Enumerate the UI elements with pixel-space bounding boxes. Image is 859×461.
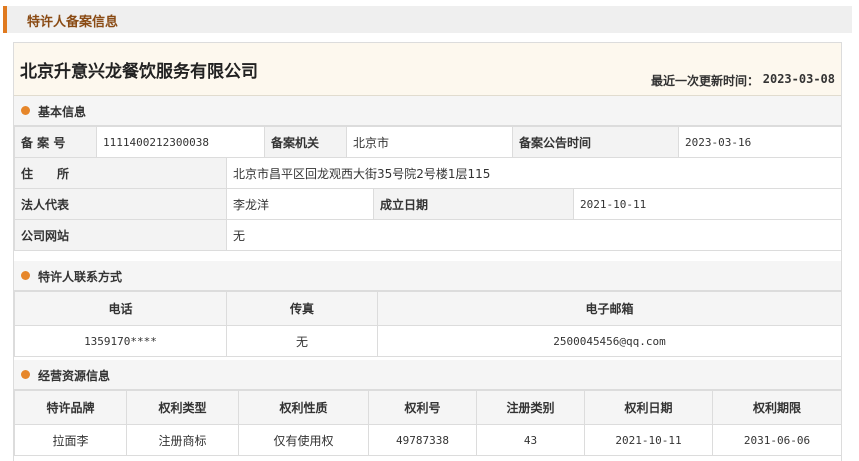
fax-header: 传真 (226, 291, 378, 326)
right-type-header: 权利类型 (126, 390, 239, 425)
right-nature-header: 权利性质 (238, 390, 369, 425)
contact-title: 特许人联系方式 (14, 261, 841, 291)
section-title: 特许人备案信息 (27, 15, 119, 30)
record-panel: 北京升意兴龙餐饮服务有限公司 最近一次更新时间： 2023-03-08 基本信息… (13, 42, 843, 461)
resources-label: 经营资源信息 (38, 369, 111, 383)
basic-info-table-2: 住 所 北京市昌平区回龙观西大街35号院2号楼1层115 法人代表 李龙洋 成立… (14, 157, 843, 251)
website-value: 无 (225, 219, 843, 251)
table-row: 法人代表 李龙洋 成立日期 2021-10-11 (14, 188, 843, 220)
announce-value: 2023-03-16 (678, 126, 842, 158)
contact-table: 电话 传真 电子邮箱 1359170**** 无 2500045456@qq.c… (14, 291, 842, 357)
bullet-icon (21, 106, 30, 115)
phone-value: 1359170**** (14, 325, 227, 357)
email-value: 2500045456@qq.com (377, 325, 842, 357)
brand-cell: 拉面李 (14, 424, 127, 456)
company-header: 北京升意兴龙餐饮服务有限公司 最近一次更新时间： 2023-03-08 (14, 43, 841, 96)
right-type-cell: 注册商标 (126, 424, 239, 456)
contact-label: 特许人联系方式 (38, 270, 123, 284)
authority-label: 备案机关 (264, 126, 347, 158)
website-label: 公司网站 (14, 219, 227, 251)
phone-header: 电话 (14, 291, 227, 326)
table-header-row: 特许品牌 权利类型 权利性质 权利号 注册类别 权利日期 权利期限 (14, 390, 842, 425)
update-label: 最近一次更新时间： (650, 74, 759, 88)
fax-value: 无 (226, 325, 378, 357)
brand-header: 特许品牌 (14, 390, 127, 425)
email-header: 电子邮箱 (377, 291, 842, 326)
section-header: 特许人备案信息 (3, 6, 852, 33)
table-row: 住 所 北京市昌平区回龙观西大街35号院2号楼1层115 (14, 157, 843, 189)
right-date-cell: 2021-10-11 (584, 424, 713, 456)
right-no-header: 权利号 (368, 390, 477, 425)
basic-info-table: 备 案 号 1111400212300038 备案机关 北京市 备案公告时间 2… (14, 126, 842, 158)
founded-value: 2021-10-11 (572, 188, 843, 220)
right-nature-cell: 仅有使用权 (238, 424, 369, 456)
right-term-cell: 2031-06-06 (712, 424, 842, 456)
legal-value: 李龙洋 (226, 188, 374, 220)
right-date-header: 权利日期 (584, 390, 713, 425)
right-no-cell: 49787338 (368, 424, 477, 456)
authority-value: 北京市 (346, 126, 513, 158)
table-row: 备 案 号 1111400212300038 备案机关 北京市 备案公告时间 2… (14, 126, 842, 158)
basic-info-label: 基本信息 (38, 105, 87, 119)
address-value: 北京市昌平区回龙观西大街35号院2号楼1层115 (225, 157, 843, 189)
legal-label: 法人代表 (14, 188, 227, 220)
founded-label: 成立日期 (373, 188, 574, 220)
table-row: 拉面李 注册商标 仅有使用权 49787338 43 2021-10-11 20… (14, 424, 842, 456)
record-no-label: 备 案 号 (14, 126, 97, 158)
reg-class-cell: 43 (476, 424, 585, 456)
right-term-header: 权利期限 (712, 390, 842, 425)
basic-info-title: 基本信息 (14, 96, 841, 126)
table-row: 公司网站 无 (14, 219, 843, 251)
address-label: 住 所 (14, 157, 227, 189)
table-header-row: 电话 传真 电子邮箱 (14, 291, 842, 326)
resources-table: 特许品牌 权利类型 权利性质 权利号 注册类别 权利日期 权利期限 拉面李 注册… (14, 390, 842, 456)
bullet-icon (21, 271, 30, 280)
resources-title: 经营资源信息 (14, 360, 841, 390)
company-name: 北京升意兴龙餐饮服务有限公司 (20, 62, 258, 82)
record-no-value: 1111400212300038 (96, 126, 265, 158)
table-row: 1359170**** 无 2500045456@qq.com (14, 325, 842, 357)
bullet-icon (21, 370, 30, 379)
update-date: 2023-03-08 (762, 72, 835, 86)
announce-label: 备案公告时间 (512, 126, 679, 158)
reg-class-header: 注册类别 (476, 390, 585, 425)
